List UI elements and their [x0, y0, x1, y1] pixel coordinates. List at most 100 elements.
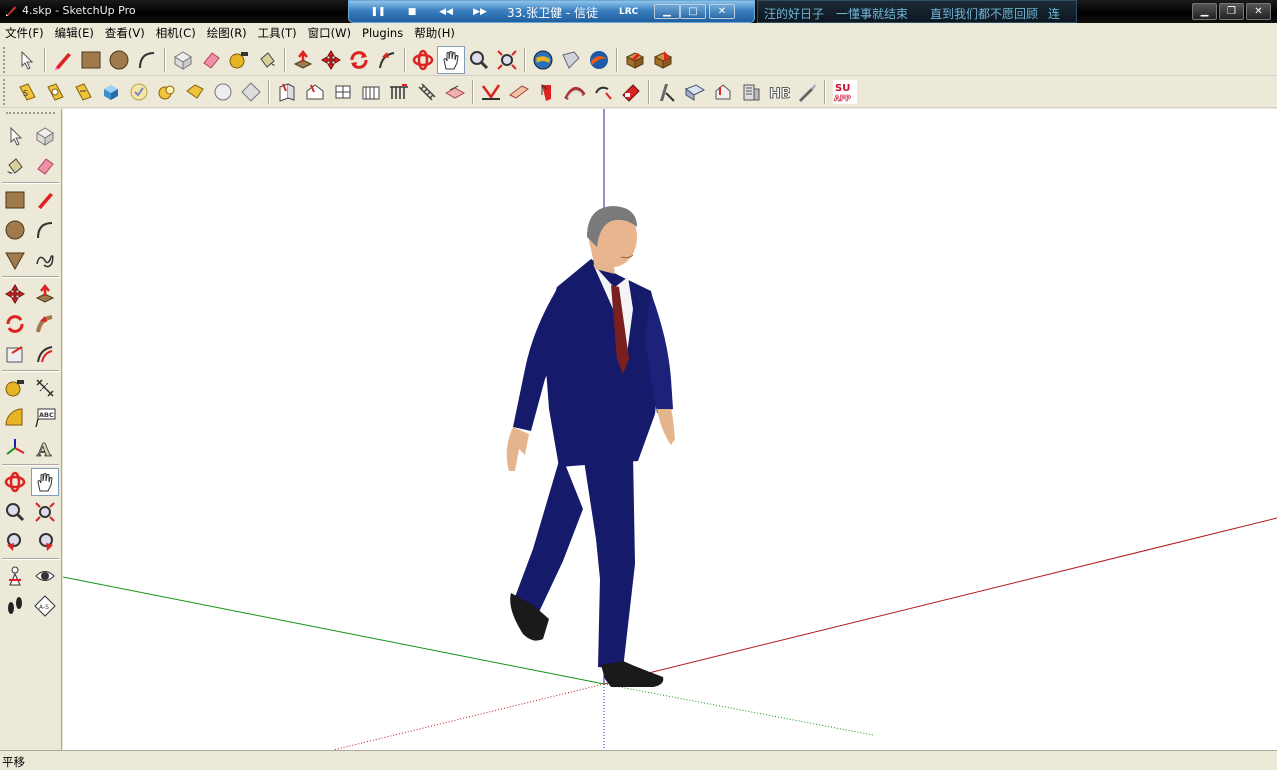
book-icon[interactable]	[681, 78, 709, 106]
look-around-icon[interactable]	[31, 562, 59, 590]
position-camera-icon[interactable]	[1, 562, 29, 590]
arc-icon[interactable]	[31, 216, 59, 244]
section-plane-icon[interactable]: A-S	[31, 592, 59, 620]
railing-icon[interactable]	[385, 78, 413, 106]
select-icon[interactable]	[1, 122, 29, 150]
arc-icon[interactable]	[133, 46, 161, 74]
window-icon[interactable]	[329, 78, 357, 106]
arch-icon[interactable]	[561, 78, 589, 106]
menu-window[interactable]: 窗口(W)	[303, 25, 357, 41]
menu-draw[interactable]: 绘图(R)	[202, 25, 253, 41]
stop-icon[interactable]: ■	[401, 4, 423, 20]
follow-me-icon[interactable]	[373, 46, 401, 74]
orbit-icon[interactable]	[409, 46, 437, 74]
toolbar-grip[interactable]	[3, 78, 9, 105]
tape-measure-icon[interactable]	[1, 374, 29, 402]
cloud-icon[interactable]	[153, 78, 181, 106]
component-icon[interactable]	[621, 46, 649, 74]
roof-icon[interactable]	[301, 78, 329, 106]
axes-icon[interactable]	[1, 434, 29, 462]
freehand-icon[interactable]	[31, 246, 59, 274]
floor-icon[interactable]	[441, 78, 469, 106]
previous-view-icon[interactable]	[1, 528, 29, 556]
menu-edit[interactable]: 编辑(E)	[50, 25, 100, 41]
pause-icon[interactable]: ❚❚	[367, 4, 389, 20]
zoom-icon[interactable]	[1, 498, 29, 526]
su-tool1-icon[interactable]: S	[13, 78, 41, 106]
protractor-icon[interactable]	[1, 404, 29, 432]
drawing-viewport[interactable]	[63, 109, 1277, 750]
su-tool2-icon[interactable]	[41, 78, 69, 106]
toolbar-grip[interactable]	[6, 112, 55, 118]
next-icon[interactable]: ▶▶	[469, 4, 491, 20]
zoom-window-icon[interactable]	[31, 498, 59, 526]
3d-text-icon[interactable]: A	[31, 434, 59, 462]
tape-measure-icon[interactable]	[225, 46, 253, 74]
pan-icon[interactable]	[31, 468, 59, 496]
player-minimize-button[interactable]: ▁	[654, 4, 680, 19]
scale-icon[interactable]	[1, 340, 29, 368]
rectangle-icon[interactable]	[1, 186, 29, 214]
paint-bucket-icon[interactable]	[253, 46, 281, 74]
maximize-button[interactable]: ❐	[1219, 3, 1244, 20]
select-icon[interactable]	[13, 46, 41, 74]
make-component-icon[interactable]	[169, 46, 197, 74]
pen-icon[interactable]	[653, 78, 681, 106]
su-tool3-icon[interactable]	[69, 78, 97, 106]
player-close-button[interactable]: ✕	[709, 4, 735, 19]
check-icon[interactable]	[125, 78, 153, 106]
next-view-icon[interactable]	[31, 528, 59, 556]
share-model-icon[interactable]	[557, 46, 585, 74]
tag-icon[interactable]	[181, 78, 209, 106]
circle-icon[interactable]	[105, 46, 133, 74]
rotate-icon[interactable]	[345, 46, 373, 74]
circle-icon[interactable]	[1, 216, 29, 244]
brush-icon[interactable]	[793, 78, 821, 106]
push-pull-icon[interactable]	[289, 46, 317, 74]
eraser-icon[interactable]	[31, 152, 59, 180]
dimension-icon[interactable]	[31, 374, 59, 402]
hook-icon[interactable]	[589, 78, 617, 106]
move-icon[interactable]	[317, 46, 345, 74]
minimize-button[interactable]: ▁	[1192, 3, 1217, 20]
sphere-icon[interactable]	[209, 78, 237, 106]
get-models-icon[interactable]	[529, 46, 557, 74]
push-pull-icon[interactable]	[31, 280, 59, 308]
offset-icon[interactable]	[31, 340, 59, 368]
building-icon[interactable]	[737, 78, 765, 106]
paint-bucket-icon[interactable]	[1, 152, 29, 180]
pencil-icon[interactable]	[49, 46, 77, 74]
make-component-icon[interactable]	[31, 122, 59, 150]
menu-camera[interactable]: 相机(C)	[151, 25, 202, 41]
box-icon[interactable]	[97, 78, 125, 106]
toolbar-grip[interactable]	[3, 46, 9, 73]
menu-plugins[interactable]: Plugins	[357, 26, 409, 40]
rectangle-icon[interactable]	[77, 46, 105, 74]
stairs-icon[interactable]	[413, 78, 441, 106]
fence-icon[interactable]	[357, 78, 385, 106]
pencil-icon[interactable]	[31, 186, 59, 214]
orbit-icon[interactable]	[1, 468, 29, 496]
text-icon[interactable]: ABC	[31, 404, 59, 432]
rotate-icon[interactable]	[1, 310, 29, 338]
menu-help[interactable]: 帮助(H)	[409, 25, 461, 41]
label-icon[interactable]	[617, 78, 645, 106]
curve-icon[interactable]	[533, 78, 561, 106]
diamond-icon[interactable]	[237, 78, 265, 106]
plank-icon[interactable]	[505, 78, 533, 106]
warehouse-icon[interactable]	[649, 46, 677, 74]
su-app-icon[interactable]: SU APP	[829, 78, 861, 106]
prev-icon[interactable]: ◀◀	[435, 4, 457, 20]
zoom-icon[interactable]	[465, 46, 493, 74]
pan-icon[interactable]	[437, 45, 465, 74]
move-icon[interactable]	[1, 280, 29, 308]
wall-icon[interactable]	[273, 78, 301, 106]
google-earth-icon[interactable]	[585, 46, 613, 74]
walk-icon[interactable]	[1, 592, 29, 620]
follow-me-icon[interactable]	[31, 310, 59, 338]
eraser-icon[interactable]	[197, 46, 225, 74]
zoom-extents-icon[interactable]	[493, 46, 521, 74]
close-button[interactable]: ✕	[1246, 3, 1271, 20]
text3d-icon[interactable]: HB	[765, 78, 793, 106]
menu-file[interactable]: 文件(F)	[0, 25, 50, 41]
